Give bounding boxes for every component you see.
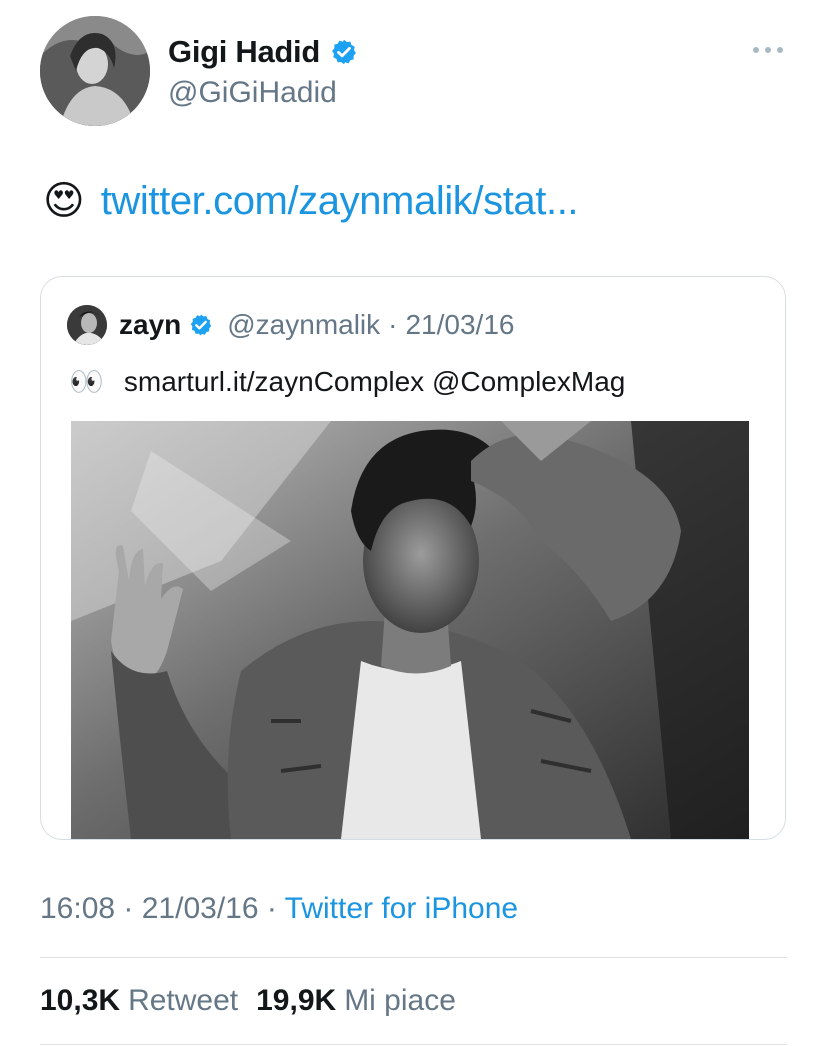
- quoted-tweet-header: zayn @zaynmalik · 21/03/16: [67, 305, 514, 345]
- author-avatar[interactable]: [40, 16, 150, 126]
- likes-stat[interactable]: 19,9K Mi piace: [256, 984, 456, 1018]
- tweet-stats: 10,3K Retweet 19,9K Mi piace: [40, 984, 456, 1018]
- retweets-label: Retweet: [128, 984, 239, 1017]
- quoted-author-name: zayn: [119, 309, 182, 340]
- likes-count: 19,9K: [256, 984, 337, 1017]
- quoted-photo: [71, 421, 749, 839]
- tweet-date: 21/03/16: [141, 892, 259, 925]
- likes-label: Mi piace: [344, 984, 456, 1017]
- tweet-link[interactable]: twitter.com/zaynmalik/stat...: [101, 179, 579, 224]
- meta-separator: ·: [258, 892, 285, 925]
- quoted-tweet-card[interactable]: zayn @zaynmalik · 21/03/16 👀 smarturl.it…: [40, 276, 786, 840]
- quoted-avatar-photo: [67, 305, 107, 345]
- quoted-text-content: smarturl.it/zaynComplex @ComplexMag: [123, 365, 626, 397]
- quoted-date: 21/03/16: [405, 309, 515, 340]
- heart-eyes-emoji: 😍: [43, 179, 85, 223]
- divider: [40, 957, 787, 958]
- quoted-tweet-image[interactable]: [71, 421, 749, 839]
- tweet-source-link[interactable]: Twitter for iPhone: [285, 892, 518, 925]
- meta-separator: ·: [115, 892, 142, 925]
- eyes-emoji: 👀: [69, 366, 104, 397]
- author-handle[interactable]: @GiGiHadid: [168, 76, 337, 110]
- author-display-name[interactable]: Gigi Hadid: [168, 34, 320, 70]
- quoted-author-avatar: [67, 305, 107, 345]
- more-horizontal-icon[interactable]: [750, 40, 786, 60]
- retweets-count: 10,3K: [40, 984, 121, 1017]
- author-name-row[interactable]: Gigi Hadid: [168, 34, 358, 70]
- avatar-photo: [40, 16, 150, 126]
- quoted-separator: ·: [388, 309, 398, 340]
- tweet-meta: 16:08 · 21/03/16 · Twitter for iPhone: [40, 892, 518, 926]
- quoted-verified-badge-icon: [191, 314, 212, 336]
- verified-badge-icon: [332, 39, 356, 65]
- retweets-stat[interactable]: 10,3K Retweet: [40, 984, 238, 1018]
- quoted-tweet-text: 👀 smarturl.it/zaynComplex @ComplexMag: [69, 365, 625, 398]
- tweet-time: 16:08: [40, 892, 116, 925]
- tweet-text: 😍 twitter.com/zaynmalik/stat...: [43, 178, 579, 224]
- quoted-author-handle: @zaynmalik: [227, 309, 381, 340]
- divider: [40, 1044, 787, 1045]
